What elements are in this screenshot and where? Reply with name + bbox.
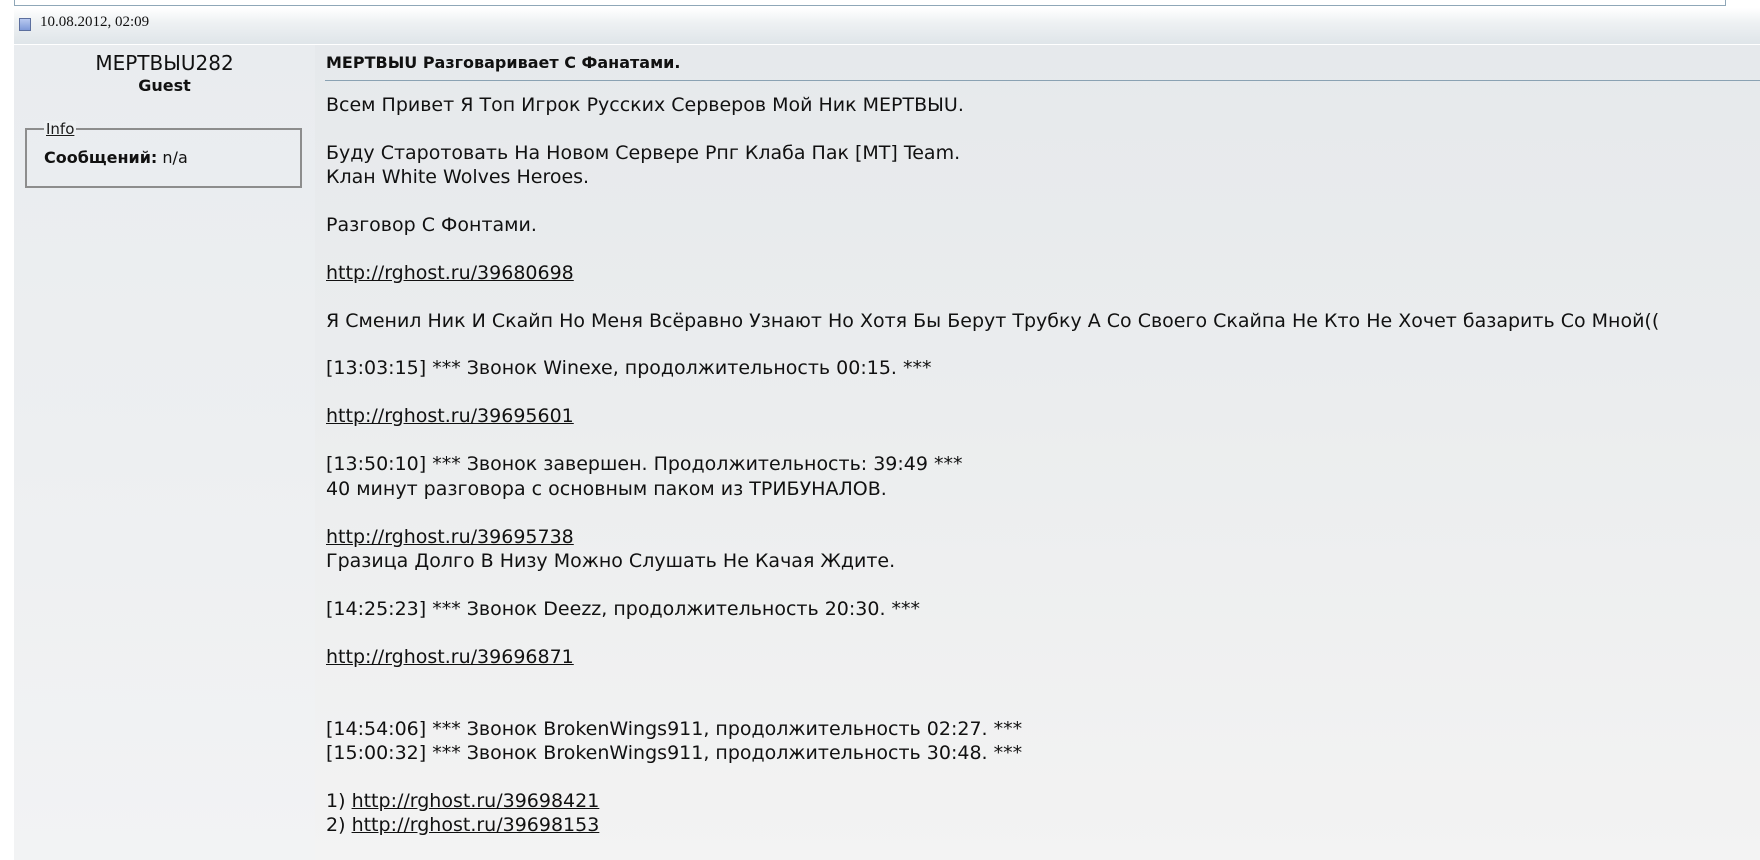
post-text-line: Гразица Долго В Низу Можно Слушать Не Ка…: [326, 550, 896, 572]
post-title: МЕРТВЫU Разговаривает С Фанатами.: [326, 53, 681, 72]
post-text-line: [15:00:32] *** Звонок BrokenWings911, пр…: [326, 742, 1023, 764]
post-count-value: n/a: [162, 148, 188, 167]
post-text-line: [14:25:23] *** Звонок Deezz, продолжител…: [326, 598, 921, 620]
post-date: 10.08.2012, 02:09: [40, 14, 150, 30]
post-list-item: 1) http://rghost.ru/39698421: [326, 789, 599, 813]
post-link-container: http://rghost.ru/39680698: [326, 261, 574, 285]
author-post-count: Сообщений: n/a: [44, 148, 188, 167]
post-text-line: Я Сменил Ник И Скайп Но Меня Всёравно Уз…: [326, 310, 1660, 332]
post-link[interactable]: http://rghost.ru/39698153: [352, 814, 600, 836]
post-text-line: [13:03:15] *** Звонок Winexe, продолжите…: [326, 357, 932, 379]
post-link[interactable]: http://rghost.ru/39695738: [326, 526, 574, 548]
post-count-label: Сообщений:: [44, 148, 158, 167]
post-link[interactable]: http://rghost.ru/39696871: [326, 646, 574, 668]
post-link-container: http://rghost.ru/39695738: [326, 525, 574, 549]
post-link-container: http://rghost.ru/39695601: [326, 404, 574, 428]
post-text-line: Клан White Wolves Heroes.: [326, 166, 590, 188]
post-text-line: 40 минут разговора с основным паком из Т…: [326, 478, 887, 500]
author-info-legend: Info: [44, 120, 77, 138]
post-text-line: Разговор С Фонтами.: [326, 214, 537, 236]
previous-post-frame: [14, 0, 1726, 6]
list-number: 1): [326, 790, 346, 812]
post-text-line: Всем Привет Я Топ Игрок Русских Серверов…: [326, 94, 964, 116]
post-header-bar: [14, 8, 1760, 44]
list-number: 2): [326, 814, 346, 836]
post-link-container: http://rghost.ru/39696871: [326, 645, 574, 669]
post-icon: [19, 18, 31, 31]
post-link[interactable]: http://rghost.ru/39680698: [326, 262, 574, 284]
post-link[interactable]: http://rghost.ru/39698421: [352, 790, 600, 812]
post-text-line: Буду Старотовать На Новом Сервере Рпг Кл…: [326, 142, 961, 164]
post-list-item: 2) http://rghost.ru/39698153: [326, 813, 599, 837]
author-usertitle: Guest: [138, 76, 191, 95]
post-text-line: [14:54:06] *** Звонок BrokenWings911, пр…: [326, 718, 1023, 740]
title-divider: [325, 80, 1760, 81]
post-link[interactable]: http://rghost.ru/39695601: [326, 405, 574, 427]
post-text-line: [13:50:10] *** Звонок завершен. Продолжи…: [326, 453, 963, 475]
author-username[interactable]: МЕРТВЫU282: [14, 51, 315, 75]
